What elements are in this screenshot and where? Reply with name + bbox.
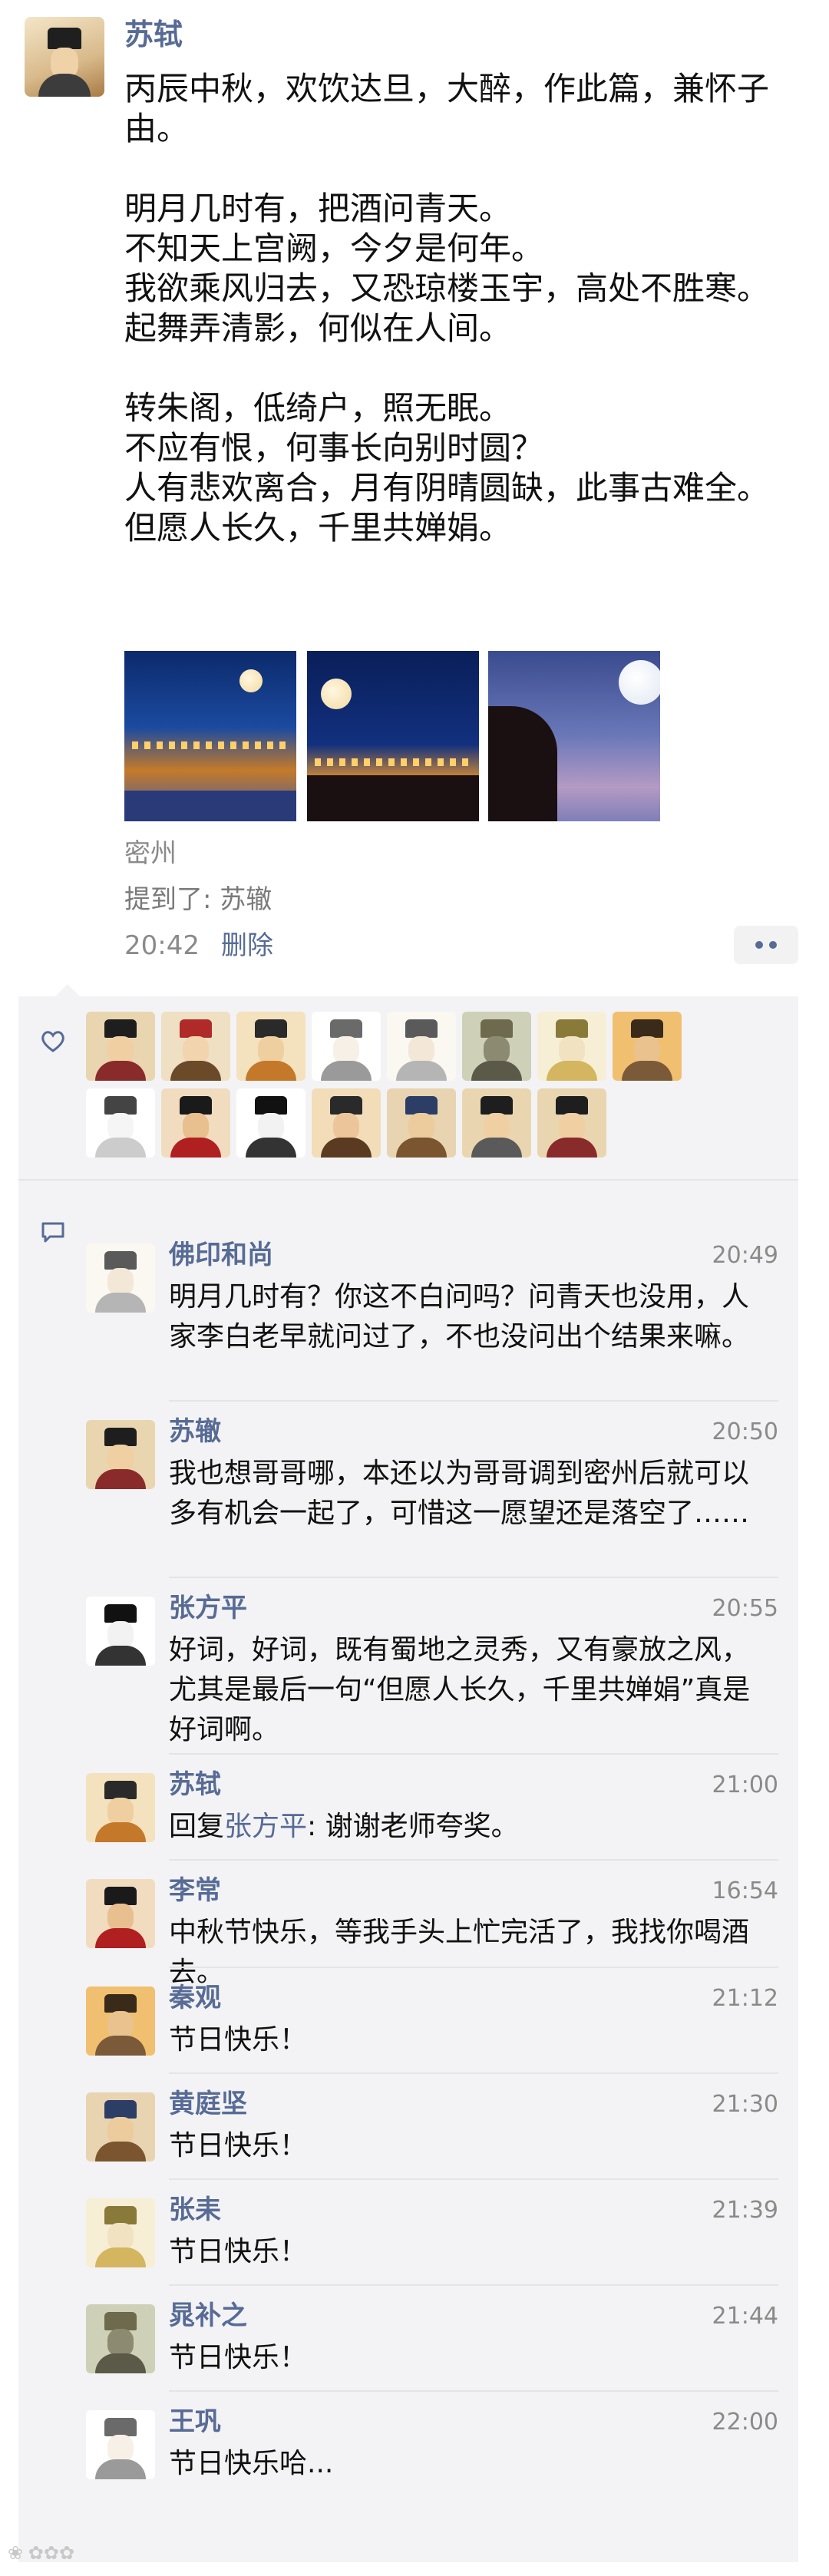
comment-separator [169,2072,778,2074]
commenter-avatar[interactable] [86,2198,155,2267]
post-text-line: 不知天上宫阙，今夕是何年。 [124,230,544,267]
like-avatar[interactable] [86,1012,155,1081]
comment-text: 我也想哥哥哪，本还以为哥哥调到密州后就可以多有机会一起了，可惜这一愿望还是落空了… [169,1458,750,1529]
comment-time: 21:30 [712,2091,778,2118]
delete-button[interactable]: 删除 [221,929,273,963]
comment-text: 明月几时有？你这不白问吗？问青天也没用，人家李白老早就问过了，不也没问出个结果来… [169,1281,750,1352]
like-avatar[interactable] [613,1012,682,1081]
commenter-name[interactable]: 佛印和尚 [169,1237,273,1273]
post-mention[interactable]: 提到了: 苏辙 [124,883,272,916]
post-location[interactable]: 密州 [124,837,177,870]
comment-time: 20:55 [712,1595,778,1622]
like-avatar[interactable] [86,1088,155,1158]
like-avatar[interactable] [387,1088,456,1158]
likes-section [18,996,798,1177]
comment-time: 21:44 [712,2303,778,2330]
commenter-name[interactable]: 黄庭坚 [169,2086,247,2122]
commenter-name[interactable]: 张耒 [169,2192,221,2228]
post-text-line: 转朱阁，低绮户，照无眠。 [124,389,512,427]
comment-text: 回复张方平: 谢谢老师夸奖。 [169,1807,768,1847]
post-text-line: 不应有恨，何事长向别时圆？ [124,429,544,467]
commenter-name[interactable]: 苏轼 [169,1767,221,1802]
comment-text: 节日快乐！ [169,2236,308,2267]
mention-prefix: 提到了: [124,884,220,915]
reply-prefix: 回复 [169,1811,225,1842]
commenter-name[interactable]: 张方平 [169,1590,247,1626]
commenter-avatar[interactable] [86,1879,155,1948]
post-text-line: 我欲乘风归去，又恐琼楼玉宇，高处不胜寒。 [124,269,770,307]
comment-text: 好词，好词，既有蜀地之灵秀，又有豪放之风，尤其是最后一句“但愿人长久，千里共婵娟… [169,1634,751,1745]
reply-text: : 谢谢老师夸奖。 [307,1811,519,1842]
commenter-avatar[interactable] [86,1243,155,1313]
comment-text: 中秋节快乐，等我手头上忙完活了，我找你喝酒去。 [169,1917,750,1988]
commenter-avatar[interactable] [86,2304,155,2373]
commenter-avatar[interactable] [86,2410,155,2479]
commenter-avatar[interactable] [86,1420,155,1489]
comment-separator [169,2178,778,2180]
comment-text: 节日快乐！ [169,2130,308,2162]
post-text-line [124,348,800,388]
comment-time: 22:00 [712,2409,778,2436]
like-avatar[interactable] [161,1012,230,1081]
like-avatar[interactable] [236,1012,306,1081]
commenter-name[interactable]: 王巩 [169,2404,221,2439]
commenter-name[interactable]: 李常 [169,1873,221,1908]
heart-icon [41,1031,64,1052]
post-text-line [124,149,800,189]
comment-icon [41,1222,64,1243]
author-name[interactable]: 苏轼 [124,15,183,54]
more-dots-icon[interactable] [734,926,798,964]
commenter-avatar[interactable] [86,1986,155,2056]
interaction-panel: 佛印和尚 20:49 明月几时有？你这不白问吗？问青天也没用，人家李白老早就问过了，… [18,984,798,2562]
post-text-line: 丙辰中秋，欢饮达旦，大醉，作此篇，兼怀子由。 [124,70,770,147]
likes-divider [18,1179,798,1181]
comment-separator [169,1400,778,1402]
comment-time: 21:39 [712,2197,778,2224]
post-text-line: 人有悲欢离合，月有阴晴圆缺，此事古难全。 [124,469,770,507]
photo-moon-rooftop[interactable] [488,651,660,821]
comment-separator [169,2284,778,2286]
commenter-name[interactable]: 苏辙 [169,1414,221,1449]
commenter-avatar[interactable] [86,1597,155,1666]
photo-moon-palace[interactable] [307,651,479,821]
like-avatar[interactable] [537,1088,606,1158]
comment-text: 节日快乐！ [169,2024,308,2056]
mention-name[interactable]: 苏辙 [220,884,272,915]
like-avatar[interactable] [312,1012,381,1081]
commenter-name[interactable]: 晁补之 [169,2298,247,2333]
like-avatar[interactable] [387,1012,456,1081]
post-text-line: 起舞弄清影，何似在人间。 [124,309,512,347]
comment-separator [169,1577,778,1578]
photo-moon-pavilion[interactable] [124,651,296,821]
commenter-avatar[interactable] [86,2092,155,2162]
like-avatar[interactable] [312,1088,381,1158]
comment-text: 节日快乐！ [169,2342,308,2373]
post-time: 20:42 [124,930,200,961]
like-avatar[interactable] [161,1088,230,1158]
reply-target-name[interactable]: 张方平 [224,1811,307,1842]
comment-time: 16:54 [712,1878,778,1904]
comment-time: 20:50 [712,1418,778,1445]
comment-time: 21:12 [712,1985,778,2012]
like-avatar[interactable] [236,1088,306,1158]
comment-separator [169,1753,778,1755]
comment-separator [169,2390,778,2392]
commenter-name[interactable]: 秦观 [169,1980,221,2016]
comment-text: 节日快乐哈... [169,2448,334,2479]
like-avatar[interactable] [462,1088,531,1158]
commenter-avatar[interactable] [86,1773,155,1842]
post-text: 丙辰中秋，欢饮达旦，大醉，作此篇，兼怀子由。 明月几时有，把酒问青天。 不知天上宫… [124,69,800,548]
comment-time: 20:49 [712,1242,778,1269]
watermark: ❀ ✿✿✿ [8,2543,75,2564]
like-avatar[interactable] [537,1012,606,1081]
post-text-line: 但愿人长久，千里共婵娟。 [124,509,512,547]
post-text-line: 明月几时有，把酒问青天。 [124,190,512,227]
comment-separator [169,1967,778,1968]
comment-time: 21:00 [712,1772,778,1798]
comment-separator [169,1859,778,1861]
author-avatar[interactable] [25,17,104,97]
like-avatar[interactable] [462,1012,531,1081]
